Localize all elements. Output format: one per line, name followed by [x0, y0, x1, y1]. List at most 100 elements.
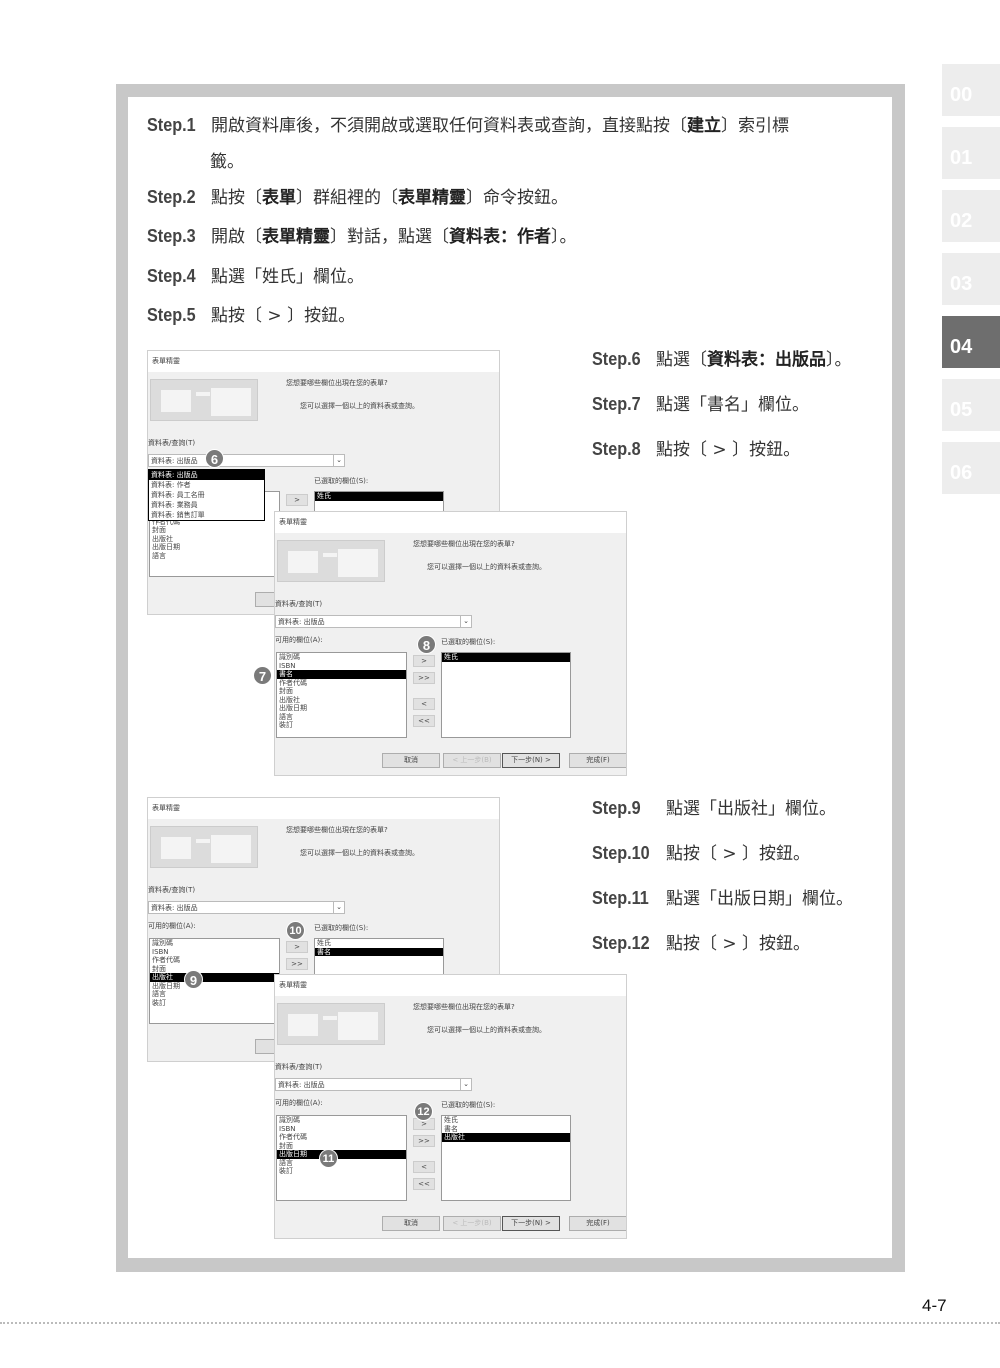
field-item[interactable]: 書名: [315, 947, 443, 956]
selected-fields-list[interactable]: 姓氏: [441, 652, 571, 738]
field-item[interactable]: 封面: [277, 1142, 406, 1151]
step-badge-9: 9: [184, 970, 203, 989]
table-query-combobox[interactable]: 資料表: 出版品 ⌄: [148, 454, 345, 467]
field-item[interactable]: 裝訂: [277, 1167, 406, 1176]
field-item[interactable]: 姓氏: [315, 492, 443, 501]
question-text: 您想要哪些欄位出現在您的表單?: [286, 379, 388, 387]
dropdown-option[interactable]: 資料表: 作者: [149, 480, 264, 490]
chapter-tab-06[interactable]: 06: [942, 442, 1000, 494]
field-item[interactable]: 封面: [277, 687, 406, 696]
dropdown-option[interactable]: 資料表: 銷售訂單: [149, 510, 264, 520]
field-item[interactable]: ISBN: [277, 1125, 406, 1134]
move-button-add-all[interactable]: >>: [413, 672, 435, 684]
move-button-remove[interactable]: <: [413, 1161, 435, 1173]
chapter-tab-02[interactable]: 02: [942, 190, 1000, 242]
table-query-label: 資料表/查詢(T): [148, 886, 196, 894]
field-item[interactable]: 出版社: [277, 696, 406, 705]
chevron-down-icon[interactable]: ⌄: [333, 902, 344, 913]
move-button-add[interactable]: >: [286, 941, 308, 953]
finish-button[interactable]: 完成(F): [569, 1216, 626, 1231]
field-item[interactable]: 出版日期: [277, 704, 406, 713]
back-button[interactable]: < 上一步(B): [443, 1216, 501, 1231]
step-text: 點選「出版社」欄位。: [666, 799, 836, 819]
available-fields-list[interactable]: 識別碼 ISBN 書名 作者代碼 封面 出版社 出版日期 語言 裝訂: [276, 652, 407, 738]
next-button[interactable]: 下一步(N) >: [502, 753, 560, 768]
chapter-tab-05[interactable]: 05: [942, 379, 1000, 431]
cancel-button[interactable]: 取消: [382, 1216, 440, 1231]
dropdown-option[interactable]: 資料表: 員工名冊: [149, 490, 264, 500]
field-item[interactable]: 作者代碼: [150, 956, 279, 965]
field-item[interactable]: 語言: [277, 713, 406, 722]
cancel-button[interactable]: 取消: [382, 753, 440, 768]
move-button-remove-all[interactable]: <<: [413, 715, 435, 727]
field-item[interactable]: 出版日期: [277, 1150, 406, 1159]
field-item[interactable]: 作者代碼: [277, 1133, 406, 1142]
chapter-tab-00[interactable]: 00: [942, 64, 1000, 116]
table-query-label: 資料表/查詢(T): [148, 439, 196, 447]
move-button-remove-all[interactable]: <<: [413, 1178, 435, 1190]
dialog-title: 表單精靈: [148, 351, 499, 372]
field-item[interactable]: 姓氏: [442, 1116, 570, 1125]
field-item[interactable]: 出版日期: [150, 543, 279, 552]
table-dropdown-list[interactable]: 資料表: 出版品 資料表: 作者 資料表: 員工名冊 資料表: 業務員 資料表: 銷售訂…: [148, 469, 265, 521]
move-button-remove[interactable]: <: [413, 698, 435, 710]
field-item[interactable]: 封面: [150, 526, 279, 535]
chapter-tab-03[interactable]: 03: [942, 253, 1000, 305]
step-keyword: 建立: [687, 116, 722, 136]
dialog-title: 表單精靈: [148, 798, 499, 819]
hint-text: 您可以選擇一個以上的資料表或查詢。: [300, 849, 419, 857]
field-item[interactable]: 出版社: [150, 535, 279, 544]
combo-value: 資料表: 出版品: [278, 618, 325, 626]
move-button-add[interactable]: >: [286, 494, 308, 506]
chevron-down-icon[interactable]: ⌄: [460, 616, 471, 627]
field-item[interactable]: 識別碼: [277, 1116, 406, 1125]
field-item[interactable]: 作者代碼: [277, 679, 406, 688]
dropdown-option[interactable]: 資料表: 出版品: [149, 470, 264, 480]
selected-fields-list[interactable]: 姓氏 書名 出版社: [441, 1115, 571, 1201]
table-query-combobox[interactable]: 資料表: 出版品 ⌄: [275, 615, 472, 628]
page-number: 4-7: [922, 1296, 947, 1315]
wizard-illustration: [277, 1003, 385, 1045]
field-item[interactable]: 出版社: [442, 1133, 570, 1142]
chevron-down-icon[interactable]: ⌄: [333, 455, 344, 466]
dropdown-option[interactable]: 資料表: 業務員: [149, 500, 264, 510]
field-item[interactable]: 出版社: [150, 973, 279, 982]
step-text: 〕。: [551, 227, 577, 247]
move-button-add-all[interactable]: >>: [413, 1135, 435, 1147]
field-item[interactable]: 語言: [150, 990, 279, 999]
field-item[interactable]: ISBN: [150, 948, 279, 957]
field-item[interactable]: ISBN: [277, 662, 406, 671]
step-7: Step.7 點選「書名」欄位。: [592, 394, 809, 416]
move-button-add[interactable]: >: [413, 655, 435, 667]
step-text: 〕群組裡的〔: [296, 188, 399, 208]
field-item[interactable]: 語言: [150, 552, 279, 561]
available-fields-list[interactable]: 識別碼 ISBN 作者代碼 封面 出版日期 語言 裝訂: [276, 1115, 407, 1201]
step-label: Step.1: [147, 115, 196, 135]
table-query-combobox[interactable]: 資料表: 出版品 ⌄: [148, 901, 345, 914]
field-item[interactable]: 姓氏: [442, 653, 570, 662]
step-text: 點選〔: [656, 350, 708, 370]
chevron-down-icon[interactable]: ⌄: [460, 1079, 471, 1090]
chapter-tab-01[interactable]: 01: [942, 127, 1000, 179]
field-item[interactable]: 裝訂: [277, 721, 406, 730]
move-button-add-all[interactable]: >>: [286, 958, 308, 970]
field-item[interactable]: 姓氏: [315, 939, 443, 948]
available-fields-list[interactable]: 識別碼 ISBN 作者代碼 封面 出版社 出版日期 語言 裝訂: [149, 938, 280, 1024]
back-button[interactable]: < 上一步(B): [443, 753, 501, 768]
field-item[interactable]: 裝訂: [150, 999, 279, 1008]
step-5: Step.5 點按〔 > 〕按鈕。: [147, 305, 355, 327]
next-button[interactable]: 下一步(N) >: [502, 1216, 560, 1231]
field-item[interactable]: 語言: [277, 1159, 406, 1168]
field-item[interactable]: 書名: [277, 670, 406, 679]
finish-button[interactable]: 完成(F): [569, 753, 626, 768]
table-query-combobox[interactable]: 資料表: 出版品 ⌄: [275, 1078, 472, 1091]
field-item[interactable]: 封面: [150, 965, 279, 974]
available-fields-label: 可用的欄位(A):: [275, 636, 323, 644]
field-item[interactable]: 書名: [442, 1125, 570, 1134]
field-item[interactable]: 出版日期: [150, 982, 279, 991]
table-query-label: 資料表/查詢(T): [275, 1063, 323, 1071]
field-item[interactable]: 識別碼: [150, 939, 279, 948]
field-item[interactable]: 識別碼: [277, 653, 406, 662]
chapter-tab-04[interactable]: 04: [942, 316, 1000, 368]
dotted-divider: [0, 1322, 1000, 1324]
